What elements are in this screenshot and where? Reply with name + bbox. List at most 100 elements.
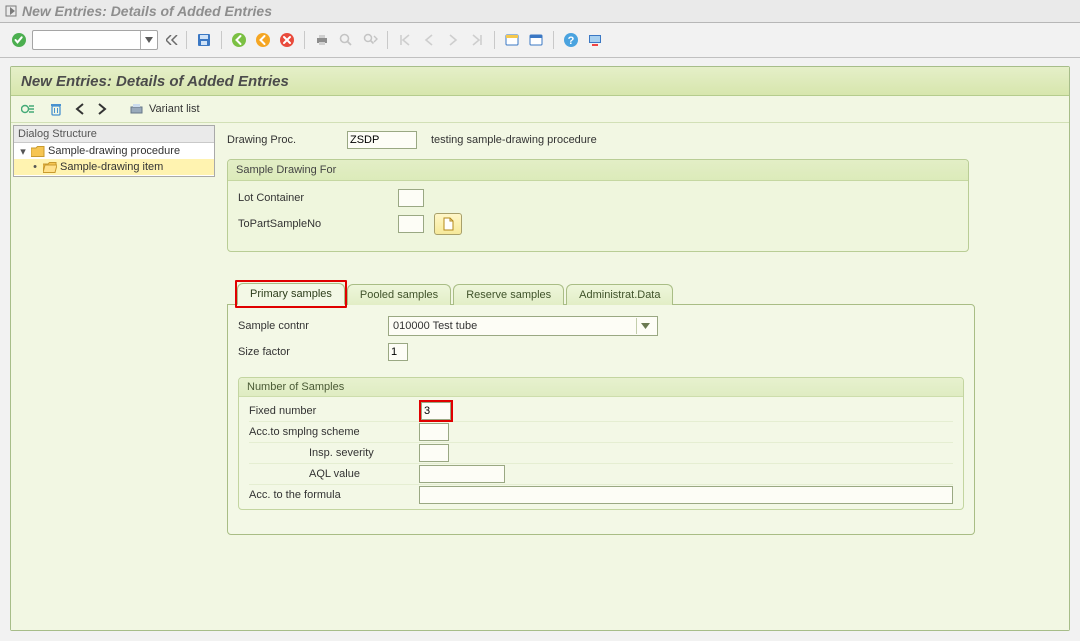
formula-input[interactable] [419, 486, 953, 504]
next-page-icon[interactable] [442, 29, 464, 51]
prev-entry-icon[interactable] [71, 99, 89, 119]
variant-list-button[interactable]: Variant list [125, 99, 204, 119]
first-page-icon[interactable] [394, 29, 416, 51]
print-icon[interactable] [311, 29, 333, 51]
fixed-number-input[interactable] [421, 402, 451, 420]
tree-node-sample-drawing-procedure[interactable]: ▾ Sample-drawing procedure [14, 143, 214, 159]
layout-menu-icon[interactable] [584, 29, 606, 51]
ok-icon[interactable] [8, 29, 30, 51]
find-next-icon[interactable] [359, 29, 381, 51]
lot-container-row: Lot Container [238, 187, 958, 209]
lot-container-input[interactable] [398, 189, 424, 207]
fixed-number-label: Fixed number [249, 405, 419, 417]
lot-container-label: Lot Container [238, 192, 398, 204]
exit-icon[interactable] [252, 29, 274, 51]
separator [387, 31, 388, 49]
drawing-proc-desc: testing sample-drawing procedure [431, 134, 597, 146]
group-body: Fixed number Acc.to smplng scheme [239, 397, 963, 509]
separator [304, 31, 305, 49]
tab-pooled-samples[interactable]: Pooled samples [347, 284, 451, 305]
chevron-down-icon[interactable] [636, 318, 653, 334]
aql-input[interactable] [419, 465, 505, 483]
last-page-icon[interactable] [466, 29, 488, 51]
tab-primary-samples[interactable]: Primary samples [237, 283, 345, 305]
tab-label: Primary samples [250, 288, 332, 300]
acc-scheme-row: Acc.to smplng scheme [249, 422, 953, 443]
detail-area: Drawing Proc. testing sample-drawing pro… [217, 123, 1069, 630]
folder-open-icon [43, 162, 57, 173]
insp-severity-input[interactable] [419, 444, 449, 462]
sub-toolbar: Variant list [11, 96, 1069, 123]
topart-input[interactable] [398, 215, 424, 233]
command-field[interactable] [32, 30, 158, 50]
next-entry-icon[interactable] [93, 99, 111, 119]
group-number-of-samples: Number of Samples Fixed number Acc.to [238, 377, 964, 510]
drawing-proc-input[interactable] [347, 131, 417, 149]
separator [186, 31, 187, 49]
tab-label: Administrat.Data [579, 289, 660, 301]
tab-label: Reserve samples [466, 289, 551, 301]
group-title: Sample Drawing For [228, 160, 968, 181]
drawing-proc-row: Drawing Proc. testing sample-drawing pro… [227, 129, 1059, 151]
new-session-icon[interactable] [501, 29, 523, 51]
history-back-icon[interactable] [164, 31, 180, 49]
topart-label: ToPartSampleNo [238, 218, 398, 230]
panel-title: New Entries: Details of Added Entries [21, 73, 289, 90]
find-icon[interactable] [335, 29, 357, 51]
size-factor-row: Size factor [238, 341, 964, 363]
acc-scheme-label: Acc.to smplng scheme [249, 426, 419, 438]
size-factor-label: Size factor [238, 346, 388, 358]
sample-contnr-row: Sample contnr 010000 Test tube [238, 315, 964, 337]
tree-node-sample-drawing-item[interactable]: • Sample-drawing item [14, 159, 214, 175]
tab-body: Sample contnr 010000 Test tube Size fact… [227, 304, 975, 535]
topart-row: ToPartSampleNo [238, 213, 958, 235]
select-value: 010000 Test tube [393, 320, 477, 332]
group-title: Number of Samples [239, 378, 963, 397]
save-icon[interactable] [193, 29, 215, 51]
toggle-tree-icon[interactable] [17, 99, 41, 119]
main-split: Dialog Structure ▾ Sample-drawing proced… [11, 123, 1069, 630]
back-icon[interactable] [228, 29, 250, 51]
tree-node-label: Sample-drawing procedure [48, 145, 180, 157]
help-icon[interactable]: ? [560, 29, 582, 51]
separator [553, 31, 554, 49]
group-sample-drawing-for: Sample Drawing For Lot Container ToPartS… [227, 159, 969, 252]
tree-bullet-icon: • [30, 161, 40, 173]
sample-contnr-select[interactable]: 010000 Test tube [388, 316, 658, 336]
app-menu-icon[interactable] [4, 4, 18, 18]
tree-toggle-icon[interactable]: ▾ [18, 145, 28, 158]
shortcut-icon[interactable] [525, 29, 547, 51]
variant-list-label: Variant list [149, 103, 200, 115]
delete-icon[interactable] [45, 99, 67, 119]
formula-row: Acc. to the formula [249, 485, 953, 505]
panel-header: New Entries: Details of Added Entries [11, 67, 1069, 96]
tab-label: Pooled samples [360, 289, 438, 301]
cancel-icon[interactable] [276, 29, 298, 51]
insp-severity-row: Insp. severity [249, 443, 953, 464]
insp-severity-label: Insp. severity [249, 447, 419, 459]
folder-icon [31, 146, 45, 157]
prev-page-icon[interactable] [418, 29, 440, 51]
tree-body: ▾ Sample-drawing procedure • Sample-draw… [14, 143, 214, 176]
aql-row: AQL value [249, 464, 953, 485]
fixed-number-row: Fixed number [249, 401, 953, 422]
group-body: Lot Container ToPartSampleNo [228, 181, 968, 241]
sample-contnr-label: Sample contnr [238, 320, 388, 332]
separator [494, 31, 495, 49]
command-dropdown-icon[interactable] [140, 31, 157, 49]
tree-header: Dialog Structure [14, 126, 214, 143]
separator [221, 31, 222, 49]
create-doc-icon[interactable] [434, 213, 462, 235]
tab-admin-data[interactable]: Administrat.Data [566, 284, 673, 305]
size-factor-input[interactable] [388, 343, 408, 361]
title-bar: New Entries: Details of Added Entries [0, 0, 1080, 23]
content-panel: New Entries: Details of Added Entries Va… [10, 66, 1070, 631]
tab-reserve-samples[interactable]: Reserve samples [453, 284, 564, 305]
acc-scheme-input[interactable] [419, 423, 449, 441]
svg-text:?: ? [568, 35, 575, 47]
tabstrip: Primary samples Pooled samples Reserve s… [227, 282, 975, 304]
main-toolbar: ? [0, 23, 1080, 58]
window-title: New Entries: Details of Added Entries [22, 3, 272, 19]
formula-label: Acc. to the formula [249, 489, 419, 501]
tabstrip-section: Primary samples Pooled samples Reserve s… [227, 282, 975, 535]
